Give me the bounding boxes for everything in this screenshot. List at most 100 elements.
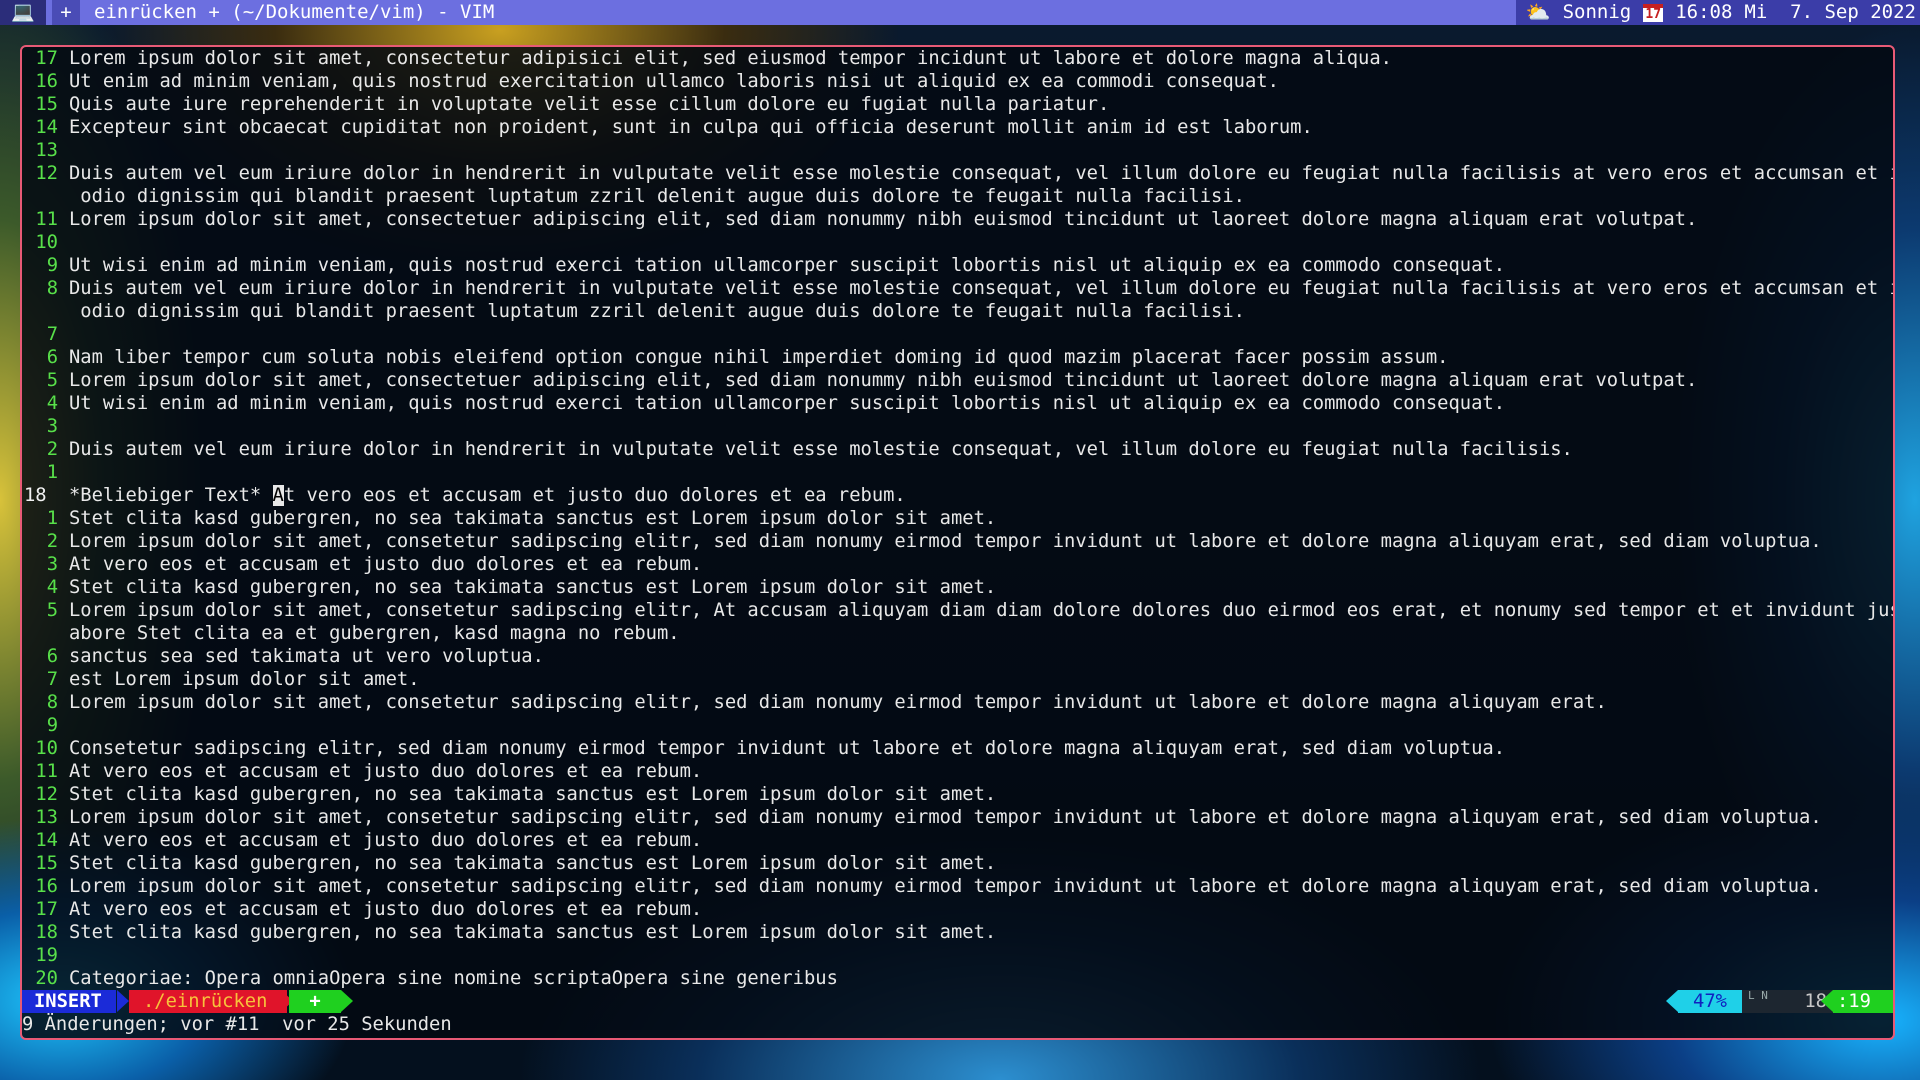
buffer-line[interactable]: 2 Duis autem vel eum iriure dolor in hend…: [22, 438, 1893, 461]
buffer-line[interactable]: 6 sanctus sea sed takimata ut vero volupt…: [22, 645, 1893, 668]
line-number: 1: [46, 508, 58, 529]
line-text[interactable]: abore Stet clita ea et gubergren, kasd m…: [69, 622, 680, 645]
line-text[interactable]: Stet clita kasd gubergren, no sea takima…: [69, 783, 996, 806]
line-number: 12: [35, 784, 58, 805]
buffer-line[interactable]: odio dignissim qui blandit praesent lupt…: [22, 300, 1893, 323]
buffer-line[interactable]: 17 Lorem ipsum dolor sit amet, consectetu…: [22, 47, 1893, 70]
buffer-line[interactable]: 20 Categoriae: Opera omniaOpera sine nomi…: [22, 967, 1893, 990]
buffer-line[interactable]: 12 Duis autem vel eum iriure dolor in hen…: [22, 162, 1893, 185]
text-buffer[interactable]: 17 Lorem ipsum dolor sit amet, consectetu…: [22, 47, 1893, 990]
buffer-line[interactable]: 14 Excepteur sint obcaecat cupiditat non …: [22, 116, 1893, 139]
buffer-line[interactable]: 16 Ut enim ad minim veniam, quis nostrud …: [22, 70, 1893, 93]
buffer-line[interactable]: 12 Stet clita kasd gubergren, no sea taki…: [22, 783, 1893, 806]
line-text[interactable]: At vero eos et accusam et justo duo dolo…: [69, 760, 702, 783]
line-number: 9: [46, 715, 58, 736]
line-text[interactable]: Lorem ipsum dolor sit amet, consetetur s…: [69, 691, 1607, 714]
line-text[interactable]: Lorem ipsum dolor sit amet, consetetur s…: [69, 806, 1822, 829]
buffer-line[interactable]: 1: [22, 461, 1893, 484]
buffer-line[interactable]: 10: [22, 231, 1893, 254]
buffer-line[interactable]: 9 Ut wisi enim ad minim veniam, quis nost…: [22, 254, 1893, 277]
clock-date[interactable]: Mi 7. Sep 2022: [1744, 0, 1916, 25]
buffer-line[interactable]: 13 Lorem ipsum dolor sit amet, consetetur…: [22, 806, 1893, 829]
line-text[interactable]: Lorem ipsum dolor sit amet, consectetuer…: [69, 369, 1697, 392]
line-number: 19: [35, 945, 58, 966]
buffer-line[interactable]: 1 Stet clita kasd gubergren, no sea takim…: [22, 507, 1893, 530]
line-number: 3: [46, 554, 58, 575]
line-text[interactable]: Duis autem vel eum iriure dolor in hendr…: [69, 162, 1893, 185]
buffer-line[interactable]: 11 Lorem ipsum dolor sit amet, consectetu…: [22, 208, 1893, 231]
line-text[interactable]: Lorem ipsum dolor sit amet, consectetur …: [69, 47, 1392, 70]
buffer-line[interactable]: 18 *Beliebiger Text* At vero eos et accus…: [22, 484, 1893, 507]
terminal-icon[interactable]: 💻: [0, 0, 46, 25]
line-number: 10: [35, 738, 58, 759]
line-position: L N 18: [1742, 990, 1833, 1013]
line-number: 5: [46, 370, 58, 391]
buffer-line[interactable]: 2 Lorem ipsum dolor sit amet, consetetur …: [22, 530, 1893, 553]
buffer-line[interactable]: 4 Ut wisi enim ad minim veniam, quis nost…: [22, 392, 1893, 415]
buffer-line[interactable]: 19: [22, 944, 1893, 967]
buffer-line[interactable]: 3 At vero eos et accusam et justo duo dol…: [22, 553, 1893, 576]
modified-separator: [341, 990, 353, 1012]
buffer-line[interactable]: 11 At vero eos et accusam et justo duo do…: [22, 760, 1893, 783]
line-number: 14: [35, 830, 58, 851]
buffer-line[interactable]: 17 At vero eos et accusam et justo duo do…: [22, 898, 1893, 921]
buffer-line[interactable]: 18 Stet clita kasd gubergren, no sea taki…: [22, 921, 1893, 944]
buffer-line[interactable]: abore Stet clita ea et gubergren, kasd m…: [22, 622, 1893, 645]
line-text[interactable]: Excepteur sint obcaecat cupiditat non pr…: [69, 116, 1313, 139]
line-text[interactable]: sanctus sea sed takimata ut vero voluptu…: [69, 645, 544, 668]
new-tab-button[interactable]: +: [52, 0, 80, 25]
line-text[interactable]: est Lorem ipsum dolor sit amet.: [69, 668, 420, 691]
line-text[interactable]: At vero eos et accusam et justo duo dolo…: [69, 898, 702, 921]
buffer-line[interactable]: 3: [22, 415, 1893, 438]
line-text[interactable]: Lorem ipsum dolor sit amet, consectetuer…: [69, 208, 1697, 231]
buffer-line[interactable]: 13: [22, 139, 1893, 162]
line-text[interactable]: Ut wisi enim ad minim veniam, quis nostr…: [69, 392, 1505, 415]
line-text[interactable]: Duis autem vel eum iriure dolor in hendr…: [69, 277, 1893, 300]
line-number: 14: [35, 117, 58, 138]
line-text[interactable]: odio dignissim qui blandit praesent lupt…: [69, 300, 1245, 323]
buffer-line[interactable]: 15 Stet clita kasd gubergren, no sea taki…: [22, 852, 1893, 875]
line-number: 13: [35, 140, 58, 161]
line-number: 4: [46, 577, 58, 598]
command-line[interactable]: 9 Änderungen; vor #11 vor 25 Sekunden: [22, 1013, 452, 1036]
line-text[interactable]: Duis autem vel eum iriure dolor in hendr…: [69, 438, 1573, 461]
buffer-line[interactable]: odio dignissim qui blandit praesent lupt…: [22, 185, 1893, 208]
line-number: 17: [35, 899, 58, 920]
text-after-cursor: t vero eos et accusam et justo duo dolor…: [283, 485, 906, 506]
clock-time[interactable]: 16:08: [1675, 0, 1732, 25]
line-text[interactable]: Lorem ipsum dolor sit amet, consetetur s…: [69, 530, 1822, 553]
vim-window[interactable]: 17 Lorem ipsum dolor sit amet, consectetu…: [20, 45, 1895, 1040]
line-text[interactable]: At vero eos et accusam et justo duo dolo…: [69, 553, 702, 576]
line-text[interactable]: odio dignissim qui blandit praesent lupt…: [69, 185, 1245, 208]
buffer-line[interactable]: 4 Stet clita kasd gubergren, no sea takim…: [22, 576, 1893, 599]
buffer-line[interactable]: 16 Lorem ipsum dolor sit amet, consetetur…: [22, 875, 1893, 898]
buffer-line[interactable]: 8 Duis autem vel eum iriure dolor in hend…: [22, 277, 1893, 300]
line-number: 16: [35, 876, 58, 897]
buffer-line[interactable]: 7: [22, 323, 1893, 346]
line-text[interactable]: Ut wisi enim ad minim veniam, quis nostr…: [69, 254, 1505, 277]
line-text[interactable]: Stet clita kasd gubergren, no sea takima…: [69, 852, 996, 875]
line-text[interactable]: Ut enim ad minim veniam, quis nostrud ex…: [69, 70, 1279, 93]
buffer-line[interactable]: 9: [22, 714, 1893, 737]
buffer-line[interactable]: 6 Nam liber tempor cum soluta nobis eleif…: [22, 346, 1893, 369]
line-text[interactable]: At vero eos et accusam et justo duo dolo…: [69, 829, 702, 852]
line-text[interactable]: *Beliebiger Text* At vero eos et accusam…: [69, 484, 906, 507]
line-text[interactable]: Stet clita kasd gubergren, no sea takima…: [69, 921, 996, 944]
line-text[interactable]: Lorem ipsum dolor sit amet, consetetur s…: [69, 599, 1893, 622]
weather-text[interactable]: Sonnig: [1563, 0, 1632, 25]
buffer-line[interactable]: 14 At vero eos et accusam et justo duo do…: [22, 829, 1893, 852]
buffer-line[interactable]: 10 Consetetur sadipscing elitr, sed diam …: [22, 737, 1893, 760]
line-text[interactable]: Lorem ipsum dolor sit amet, consetetur s…: [69, 875, 1822, 898]
line-text[interactable]: Nam liber tempor cum soluta nobis eleife…: [69, 346, 1449, 369]
line-text[interactable]: Categoriae: Opera omniaOpera sine nomine…: [69, 967, 838, 990]
buffer-line[interactable]: 7 est Lorem ipsum dolor sit amet.: [22, 668, 1893, 691]
line-text[interactable]: Quis aute iure reprehenderit in voluptat…: [69, 93, 1109, 116]
line-text[interactable]: Stet clita kasd gubergren, no sea takima…: [69, 576, 996, 599]
buffer-line[interactable]: 5 Lorem ipsum dolor sit amet, consectetue…: [22, 369, 1893, 392]
line-number: 20: [35, 968, 58, 989]
buffer-line[interactable]: 5 Lorem ipsum dolor sit amet, consetetur …: [22, 599, 1893, 622]
line-text[interactable]: Stet clita kasd gubergren, no sea takima…: [69, 507, 996, 530]
buffer-line[interactable]: 8 Lorem ipsum dolor sit amet, consetetur …: [22, 691, 1893, 714]
buffer-line[interactable]: 15 Quis aute iure reprehenderit in volupt…: [22, 93, 1893, 116]
line-text[interactable]: Consetetur sadipscing elitr, sed diam no…: [69, 737, 1505, 760]
